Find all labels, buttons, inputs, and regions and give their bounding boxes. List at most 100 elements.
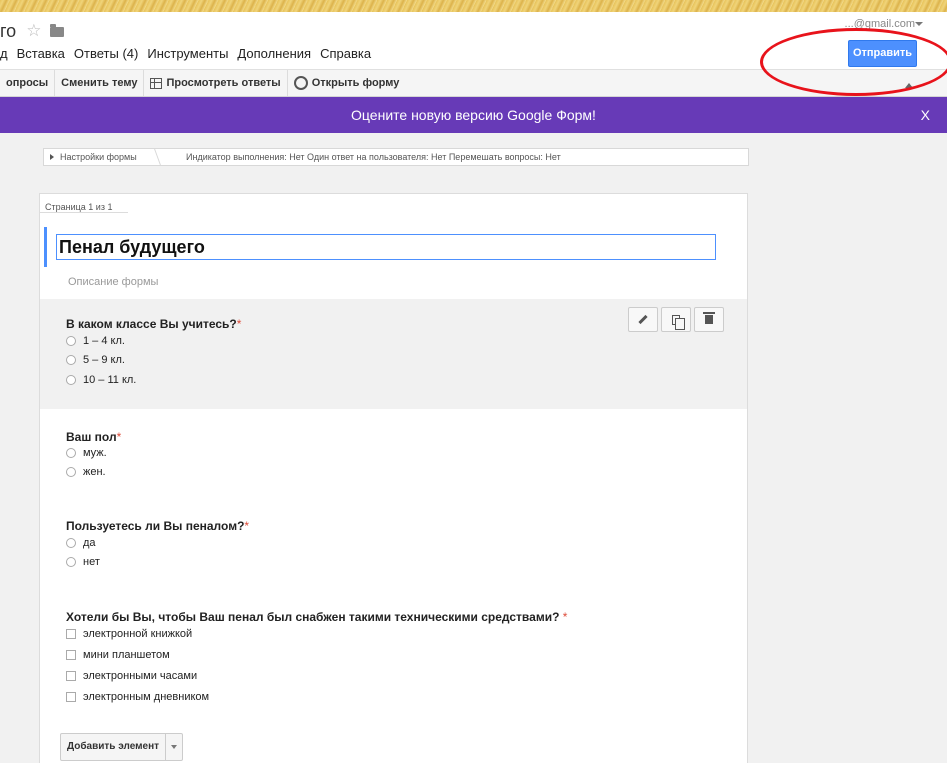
question-tools: [628, 307, 724, 332]
page-indicator: Страница 1 из 1: [45, 202, 113, 212]
question-title: В каком классе Вы учитесь?*: [66, 317, 241, 331]
option-label: электронным дневником: [83, 691, 210, 703]
questions-button[interactable]: опросы: [0, 70, 56, 96]
star-icon[interactable]: ☆: [26, 21, 41, 41]
promo-banner[interactable]: Оцените новую версию Google Форм! X: [0, 97, 947, 133]
list-item[interactable]: муж.: [66, 447, 107, 459]
add-item-dropdown[interactable]: [166, 734, 182, 760]
list-item[interactable]: да: [66, 537, 96, 549]
list-item[interactable]: 10 – 11 кл.: [66, 374, 136, 386]
option-label: да: [83, 537, 96, 549]
list-item[interactable]: электронным дневником: [66, 691, 209, 703]
doc-title[interactable]: го: [0, 21, 16, 42]
question-title: Хотели бы Вы, чтобы Ваш пенал был снабже…: [66, 610, 567, 624]
view-responses-button[interactable]: Просмотреть ответы: [144, 70, 288, 96]
duplicate-button[interactable]: [661, 307, 691, 332]
option-label: 1 – 4 кл.: [83, 335, 125, 347]
list-item[interactable]: 1 – 4 кл.: [66, 335, 125, 347]
table-icon: [150, 77, 163, 89]
question-block[interactable]: Пользуетесь ли Вы пеналом?* да нет: [40, 499, 747, 589]
form-description-input[interactable]: Описание формы: [68, 276, 158, 288]
required-marker: *: [236, 317, 242, 331]
divider: [40, 212, 128, 213]
question-title-text: Ваш пол: [66, 430, 117, 444]
form-settings-summary: Индикатор выполнения: Нет Один ответ на …: [186, 152, 561, 162]
form-settings-bar[interactable]: Настройки формы Индикатор выполнения: Не…: [43, 148, 749, 166]
promo-text[interactable]: Оцените новую версию Google Форм!: [351, 107, 596, 123]
option-label: 10 – 11 кл.: [83, 374, 137, 386]
required-marker: *: [562, 610, 568, 624]
list-item[interactable]: жен.: [66, 466, 106, 478]
radio-button[interactable]: [66, 448, 76, 458]
pencil-icon: [638, 314, 648, 325]
globe-icon: [293, 76, 308, 90]
focus-accent-bar: [44, 227, 47, 267]
open-form-button[interactable]: Открыть форму: [288, 70, 406, 96]
radio-button[interactable]: [66, 557, 76, 567]
question-title: Ваш пол*: [66, 430, 121, 444]
menu-item-help[interactable]: Справка: [320, 46, 371, 61]
divider: [144, 148, 162, 166]
option-label: жен.: [83, 466, 106, 478]
menu-item-addons[interactable]: Дополнения: [237, 46, 311, 61]
checkbox[interactable]: [66, 671, 76, 681]
required-marker: *: [244, 519, 250, 533]
question-title: Пользуетесь ли Вы пеналом?*: [66, 519, 249, 533]
radio-button[interactable]: [66, 538, 76, 548]
option-label: 5 – 9 кл.: [83, 354, 125, 366]
question-title-text: Хотели бы Вы, чтобы Ваш пенал был снабже…: [66, 610, 563, 624]
change-theme-label: Сменить тему: [61, 77, 138, 89]
change-theme-button[interactable]: Сменить тему: [55, 70, 145, 96]
menu-bar: д Вставка Ответы (4) Инструменты Дополне…: [0, 46, 371, 61]
edit-button[interactable]: [628, 307, 658, 332]
checkbox[interactable]: [66, 650, 76, 660]
chevron-down-icon[interactable]: [915, 22, 923, 26]
open-form-label: Открыть форму: [311, 77, 400, 89]
questions-label: опросы: [6, 77, 49, 89]
doc-title-row: го ☆: [0, 20, 65, 42]
list-item[interactable]: электронными часами: [66, 670, 197, 682]
form-settings-label[interactable]: Настройки формы: [60, 152, 137, 162]
list-item[interactable]: нет: [66, 556, 100, 568]
view-responses-label: Просмотреть ответы: [166, 77, 281, 89]
radio-button[interactable]: [66, 375, 76, 385]
question-title-text: В каком классе Вы учитесь?: [66, 317, 237, 331]
question-title-text: Пользуетесь ли Вы пеналом?: [66, 519, 245, 533]
radio-button[interactable]: [66, 336, 76, 346]
option-label: электронными часами: [83, 670, 198, 682]
app-shell: го ☆ ...@gmail.com д Вставка Ответы (4) …: [0, 12, 947, 763]
list-item[interactable]: электронной книжкой: [66, 628, 192, 640]
menu-item-responses[interactable]: Ответы (4): [74, 46, 138, 61]
account-email[interactable]: ...@gmail.com: [845, 18, 915, 30]
option-label: электронной книжкой: [83, 628, 193, 640]
option-label: нет: [83, 556, 100, 568]
add-item-label[interactable]: Добавить элемент: [61, 734, 167, 760]
menu-item-insert[interactable]: Вставка: [17, 46, 65, 61]
send-button[interactable]: Отправить: [848, 40, 917, 67]
question-block[interactable]: Хотели бы Вы, чтобы Ваш пенал был снабже…: [40, 589, 747, 719]
copy-icon: [672, 314, 685, 330]
menu-item-edit[interactable]: д: [0, 46, 8, 61]
add-item-button[interactable]: Добавить элемент: [60, 733, 184, 761]
close-icon[interactable]: X: [921, 97, 930, 133]
chevron-down-icon: [171, 745, 178, 749]
form-editor-card: Страница 1 из 1 Пенал будущего Описание …: [39, 193, 748, 763]
folder-icon[interactable]: [50, 24, 65, 37]
checkbox[interactable]: [66, 629, 76, 639]
checkbox[interactable]: [66, 692, 76, 702]
menu-item-tools[interactable]: Инструменты: [147, 46, 228, 61]
radio-button[interactable]: [66, 467, 76, 477]
list-item[interactable]: мини планшетом: [66, 649, 170, 661]
trash-icon: [703, 312, 715, 324]
option-label: муж.: [83, 447, 107, 459]
chevron-up-icon[interactable]: [905, 83, 913, 88]
list-item[interactable]: 5 – 9 кл.: [66, 354, 125, 366]
radio-button[interactable]: [66, 355, 76, 365]
required-marker: *: [116, 430, 122, 444]
expand-arrow-icon[interactable]: [50, 154, 54, 160]
question-block[interactable]: Ваш пол* муж. жен.: [40, 409, 747, 499]
toolbar: опросы Сменить тему Просмотреть ответы О…: [0, 69, 947, 97]
form-title-input[interactable]: Пенал будущего: [56, 234, 716, 260]
delete-button[interactable]: [694, 307, 724, 332]
question-block[interactable]: В каком классе Вы учитесь?* 1 – 4 кл. 5 …: [40, 299, 747, 409]
